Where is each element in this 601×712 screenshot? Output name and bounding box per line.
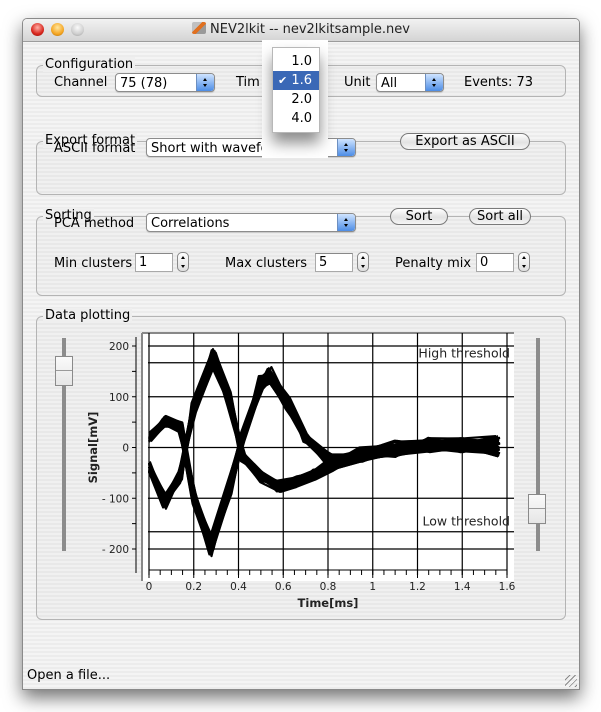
x-tick-label: 1.4 <box>454 581 471 593</box>
x-tick-label: 1.2 <box>409 581 426 593</box>
high-threshold-label: High threshold <box>418 346 510 361</box>
x-tick-label: 1.6 <box>499 581 516 593</box>
y-tick-label: - 100 <box>102 493 129 505</box>
x-axis-label: Time[ms] <box>298 596 359 610</box>
time-option-label: 4.0 <box>291 111 312 126</box>
low-threshold-label: Low threshold <box>423 514 510 529</box>
x-tick-label: 0.4 <box>230 581 247 593</box>
x-tick-label: 0 <box>146 581 153 593</box>
time-option-4-0[interactable]: 4.0 <box>273 109 319 128</box>
y-axis-label: Signal[mV] <box>86 412 100 484</box>
time-option-label: 1.0 <box>291 54 312 69</box>
status-bar-text: Open a file... <box>27 668 111 683</box>
time-dropdown-menu: 1.0 ✔ 1.6 2.0 4.0 <box>272 47 320 133</box>
x-tick-label: 1 <box>369 581 376 593</box>
x-tick-label: 0.2 <box>185 581 202 593</box>
time-option-label: 2.0 <box>291 92 312 107</box>
time-option-2-0[interactable]: 2.0 <box>273 90 319 109</box>
time-option-1-6[interactable]: ✔ 1.6 <box>273 71 319 90</box>
checkmark-icon: ✔ <box>278 74 288 87</box>
time-option-label: 1.6 <box>291 73 312 88</box>
time-option-1-0[interactable]: 1.0 <box>273 52 319 71</box>
y-tick-label: 0 <box>122 443 129 455</box>
y-tick-label: 200 <box>109 341 129 353</box>
y-tick-label: - 200 <box>102 544 129 556</box>
x-tick-label: 0.6 <box>275 581 292 593</box>
resize-grip-icon[interactable] <box>565 675 577 687</box>
x-tick-label: 0.8 <box>320 581 337 593</box>
y-tick-label: 100 <box>109 392 129 404</box>
